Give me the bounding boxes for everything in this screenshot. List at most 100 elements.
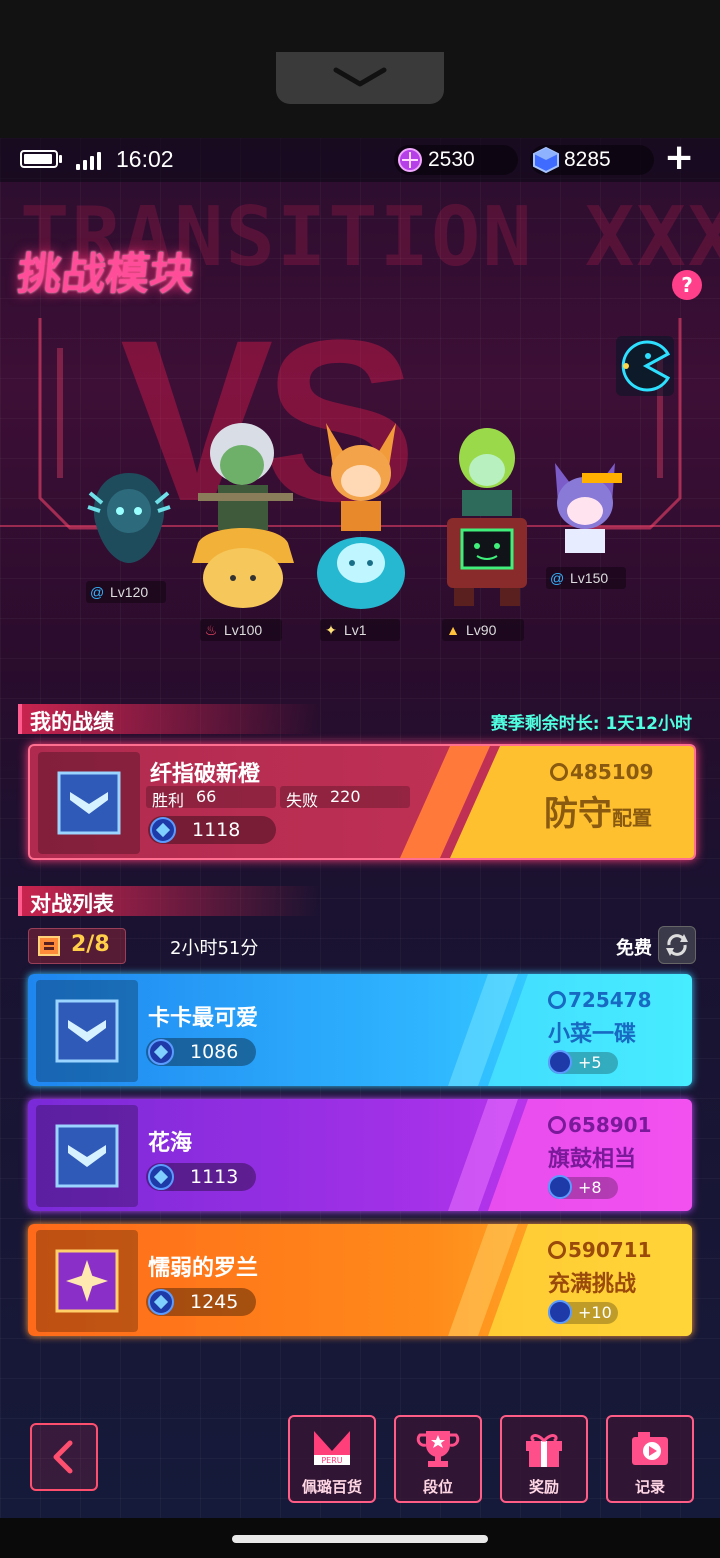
home-indicator[interactable]	[232, 1535, 488, 1543]
opponent-bonus: +10	[548, 1300, 618, 1324]
battery-icon	[20, 150, 58, 168]
camera-icon	[632, 1432, 668, 1465]
refresh-icon	[666, 934, 688, 956]
rank-badge-icon	[57, 771, 121, 835]
add-currency-button[interactable]: +	[664, 140, 694, 176]
character-cat-girl[interactable]	[540, 453, 630, 563]
game-screen: 16:02 2530 8285 + TRANSITION XXX VS 挑战模块…	[0, 138, 720, 1518]
opponent-bonus: +5	[548, 1050, 618, 1074]
pacman-icon[interactable]	[616, 336, 674, 396]
power-icon	[550, 763, 568, 781]
battery-tip	[59, 155, 62, 163]
currency-b[interactable]: 8285	[530, 145, 654, 175]
opponent-badge	[36, 1230, 138, 1332]
ticket-icon	[38, 936, 60, 956]
opponent-difficulty: 充满挑战	[548, 1272, 637, 1297]
nav-record-label: 记录	[634, 1478, 665, 1496]
trophy-gem-icon	[548, 1050, 572, 1074]
opponent-name: 懦弱的罗兰	[148, 1256, 259, 1281]
trophy-gem-icon	[148, 1039, 174, 1065]
svg-text:PERU: PERU	[321, 1456, 342, 1465]
trophy-gem-icon	[148, 1164, 174, 1190]
rank-badge-icon	[55, 1249, 119, 1313]
ticket-counter: 2/8	[28, 928, 126, 964]
power-icon	[548, 991, 566, 1009]
refresh-button[interactable]	[658, 926, 696, 964]
opponent-badge	[36, 1105, 138, 1207]
chevron-left-icon	[53, 1440, 73, 1474]
nav-reward[interactable]: 奖励	[500, 1415, 588, 1503]
rank-badge-icon	[55, 999, 119, 1063]
opponent-power: 658901	[548, 1113, 652, 1137]
blue-cube-icon	[533, 146, 559, 174]
opponent-name: 花海	[148, 1131, 193, 1156]
character-plant-robot[interactable]	[432, 418, 542, 613]
trophy-icon	[416, 1431, 460, 1467]
opponent-power: 590711	[548, 1238, 652, 1262]
power-icon	[548, 1241, 566, 1259]
nav-shop[interactable]: PERU 佩璐百货	[288, 1415, 376, 1503]
opponent-name: 卡卡最可爱	[148, 1006, 259, 1031]
collapse-tab[interactable]	[276, 52, 444, 104]
opponent-difficulty: 小菜一碟	[548, 1022, 637, 1047]
currency-a[interactable]: 2530	[394, 145, 518, 175]
trophy-gem-icon	[150, 817, 176, 843]
defense-config-button[interactable]: 防守配置	[544, 786, 652, 835]
character-level-5: @ Lv150	[546, 567, 626, 589]
gift-icon	[526, 1434, 562, 1467]
peak-icon: ▲	[446, 622, 460, 638]
back-button[interactable]	[30, 1423, 98, 1491]
nav-rank[interactable]: 段位	[394, 1415, 482, 1503]
character-level-4: ▲ Lv90	[442, 619, 524, 641]
opponent-card-3[interactable]: 懦弱的罗兰 1245 590711 充满挑战 +10	[28, 1224, 692, 1336]
season-remaining: 赛季剩余时长: 1天12小时	[490, 714, 692, 734]
section-my-record: 我的战绩	[18, 704, 322, 734]
character-axolotl[interactable]	[84, 463, 174, 573]
swirl-icon: @	[90, 584, 105, 600]
trophy-gem-icon	[548, 1175, 572, 1199]
signal-icon	[76, 152, 101, 170]
character-zombie-hunter[interactable]	[188, 413, 298, 613]
free-label: 免费	[616, 938, 652, 959]
page-title: 挑战模块	[14, 249, 197, 300]
help-button[interactable]: ?	[672, 270, 702, 300]
player-name: 纤指破新橙	[150, 762, 261, 787]
opponent-badge	[36, 980, 138, 1082]
swirl-icon: @	[550, 570, 565, 586]
nav-shop-label: 佩璐百货	[301, 1478, 362, 1496]
nav-record[interactable]: 记录	[606, 1415, 694, 1503]
opponent-card-2[interactable]: 花海 1113 658901 旗鼓相当 +8	[28, 1099, 692, 1211]
opponent-card-1[interactable]: 卡卡最可爱 1086 725478 小菜一碟 +5	[28, 974, 692, 1086]
power-icon	[548, 1116, 566, 1134]
trophy-gem-icon	[548, 1300, 572, 1324]
nav-rank-label: 段位	[422, 1478, 453, 1496]
chevron-down-icon	[333, 67, 387, 87]
character-level-3: ✦ Lv1	[320, 619, 400, 641]
opponent-bonus: +8	[548, 1175, 618, 1199]
status-bar: 16:02 2530 8285 +	[0, 138, 720, 182]
opponent-power: 725478	[548, 988, 652, 1012]
flame-icon: ♨	[204, 622, 218, 638]
opponent-difficulty: 旗鼓相当	[548, 1147, 637, 1172]
win-count: 胜利 66	[146, 786, 276, 810]
character-level-2: ♨ Lv100	[200, 619, 282, 641]
rank-badge-icon	[55, 1124, 119, 1188]
currency-b-value: 8285	[564, 148, 611, 171]
star-icon: ✦	[325, 622, 337, 638]
character-level-1: @ Lv120	[86, 581, 166, 603]
rank-badge	[38, 752, 140, 854]
section-battle-list: 对战列表	[18, 886, 322, 916]
opponent-trophy: 1245	[146, 1288, 256, 1316]
opponent-trophy: 1113	[146, 1163, 256, 1191]
my-record-card[interactable]: 纤指破新橙 胜利 66 失败 220 1118 485109 防守配置	[28, 744, 696, 860]
clock: 16:02	[116, 146, 174, 172]
power-value: 485109	[550, 760, 654, 784]
trophy-pill: 1118	[148, 816, 276, 844]
character-fox-girl[interactable]	[306, 413, 416, 613]
purple-orb-icon	[398, 148, 422, 172]
currency-a-value: 2530	[428, 148, 475, 171]
trophy-gem-icon	[148, 1289, 174, 1315]
loss-count: 失败 220	[280, 786, 410, 810]
nav-reward-label: 奖励	[528, 1478, 559, 1496]
shop-logo-icon: PERU	[314, 1431, 350, 1465]
